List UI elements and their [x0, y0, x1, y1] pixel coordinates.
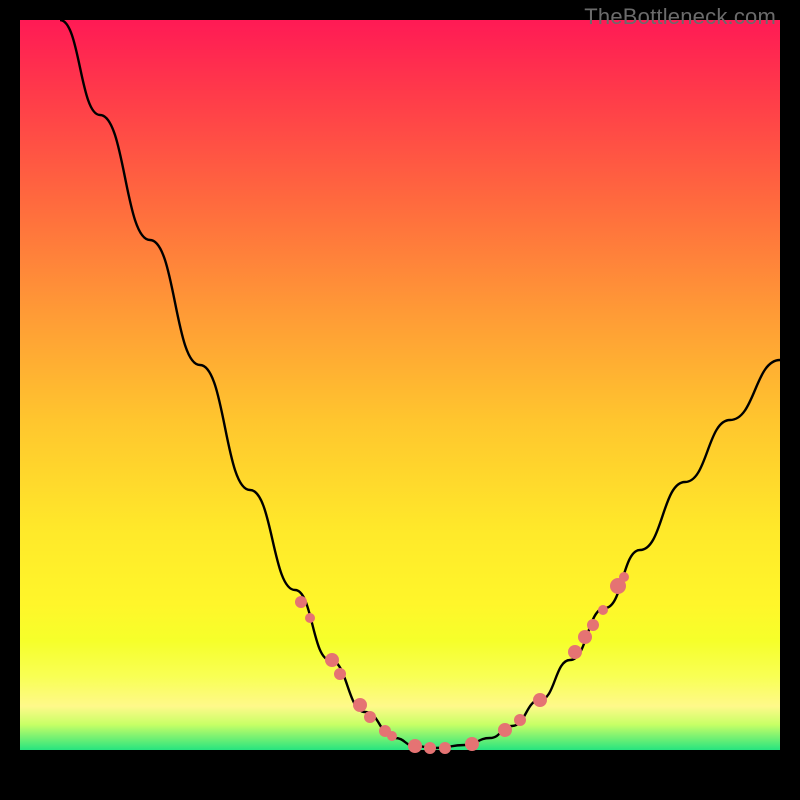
curve-marker [325, 653, 339, 667]
curve-marker [568, 645, 582, 659]
watermark-label: TheBottleneck.com [584, 4, 776, 30]
curve-marker [514, 714, 526, 726]
curve-marker [334, 668, 346, 680]
curve-layer [20, 20, 780, 780]
chart-frame [20, 20, 780, 780]
curve-marker [439, 742, 451, 754]
curve-marker [533, 693, 547, 707]
curve-marker [353, 698, 367, 712]
curve-marker [578, 630, 592, 644]
curve-marker [498, 723, 512, 737]
curve-marker [387, 731, 397, 741]
curve-marker [587, 619, 599, 631]
curve-marker [598, 605, 608, 615]
curve-marker [408, 739, 422, 753]
curve-marker [364, 711, 376, 723]
bottleneck-curve [60, 20, 780, 748]
curve-marker [619, 572, 629, 582]
curve-markers [295, 572, 629, 754]
curve-marker [424, 742, 436, 754]
curve-marker [465, 737, 479, 751]
curve-marker [305, 613, 315, 623]
curve-marker [295, 596, 307, 608]
